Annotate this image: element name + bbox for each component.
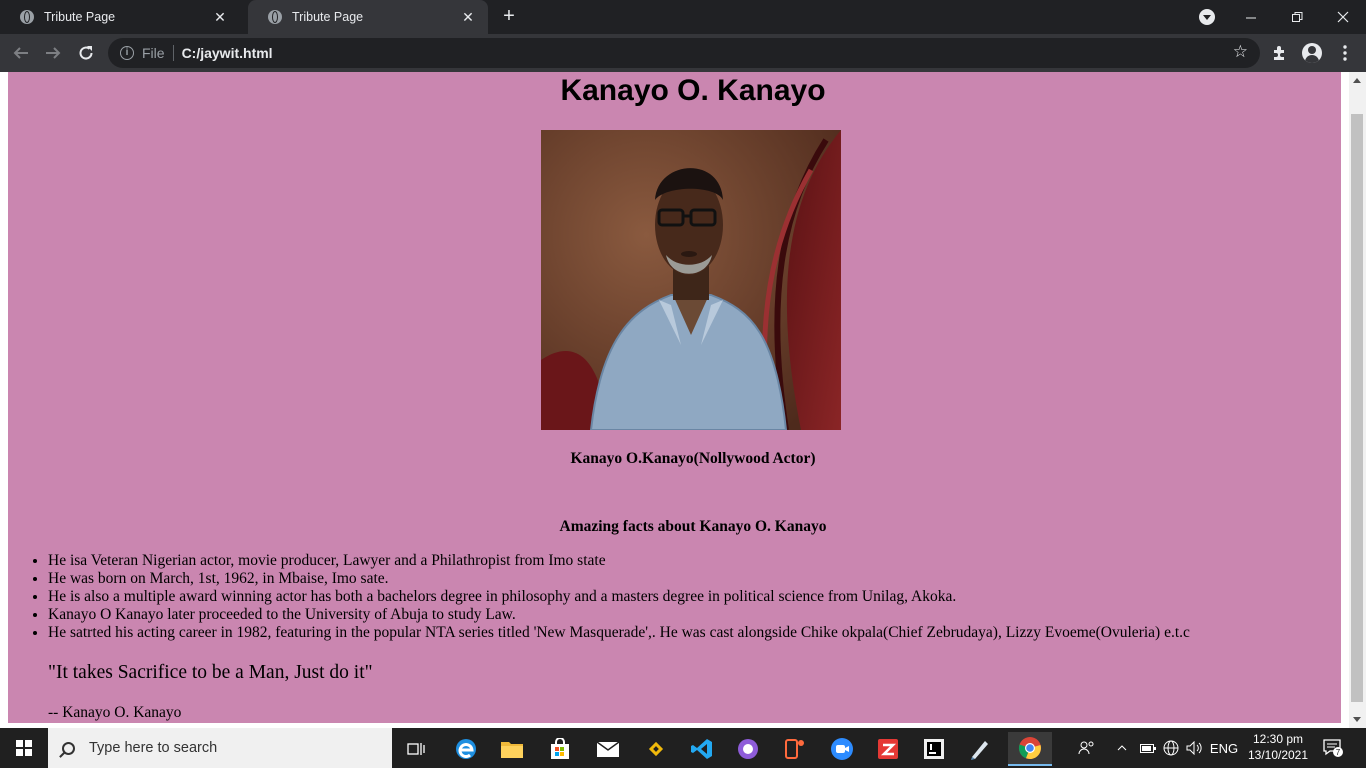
tab-title: Tribute Page	[44, 10, 116, 24]
chrome-icon[interactable]	[1008, 732, 1052, 766]
portrait-image	[541, 130, 841, 430]
notifications-icon[interactable]: 7	[1320, 728, 1346, 768]
windows-logo-icon	[16, 740, 32, 756]
tab-search-icon[interactable]	[1199, 9, 1215, 25]
globe-icon	[268, 10, 282, 24]
back-arrow-icon	[13, 47, 28, 59]
quote-author: -- Kanayo O. Kanayo	[48, 704, 182, 721]
page-title: Kanayo O. Kanayo	[560, 74, 826, 107]
scrollbar-thumb[interactable]	[1351, 114, 1363, 702]
network-globe-icon[interactable]	[1161, 728, 1181, 768]
quote-text: "It takes Sacrifice to be a Man, Just do…	[48, 662, 373, 683]
file-explorer-icon[interactable]	[490, 732, 534, 766]
info-icon[interactable]: i	[120, 46, 134, 60]
notification-count: 7	[1336, 748, 1341, 757]
forward-button[interactable]	[40, 40, 66, 66]
tab-title: Tribute Page	[292, 10, 364, 24]
fact-item: He was born on March, 1st, 1962, in Mbai…	[48, 570, 1190, 588]
people-icon[interactable]	[1074, 728, 1100, 768]
fact-item: He is also a multiple award winning acto…	[48, 588, 1190, 606]
url-text: C:/jaywit.html	[181, 45, 273, 61]
clock[interactable]: 12:30 pm 13/10/2021	[1244, 731, 1312, 763]
restore-button[interactable]	[1274, 0, 1320, 34]
clock-time: 12:30 pm	[1252, 732, 1304, 746]
tribute-page: Kanayo O. Kanayo Kanayo O.Kanayo(Nollywo…	[8, 72, 1341, 723]
github-desktop-icon[interactable]	[726, 732, 770, 766]
menu-icon[interactable]	[1335, 43, 1355, 63]
phone-link-icon[interactable]	[772, 732, 816, 766]
close-tab-icon[interactable]: ✕	[460, 9, 476, 26]
volume-icon[interactable]	[1184, 728, 1206, 768]
reload-icon	[79, 46, 93, 60]
close-icon	[1337, 11, 1349, 23]
tab-tribute-page-2[interactable]: Tribute Page ✕	[248, 0, 488, 34]
bookmark-star-icon[interactable]: ☆	[1233, 42, 1248, 62]
globe-icon	[20, 10, 34, 24]
minimize-button[interactable]	[1228, 0, 1274, 34]
binance-icon[interactable]	[634, 732, 678, 766]
browser-viewport: Kanayo O. Kanayo Kanayo O.Kanayo(Nollywo…	[0, 72, 1366, 728]
profile-avatar[interactable]	[1302, 43, 1322, 63]
fact-item: He satrted his acting career in 1982, fe…	[48, 624, 1190, 642]
fact-item: He isa Veteran Nigerian actor, movie pro…	[48, 552, 1190, 570]
microsoft-store-icon[interactable]	[538, 732, 582, 766]
taskbar-search-box[interactable]: Type here to search	[48, 728, 392, 768]
clock-date: 13/10/2021	[1247, 748, 1309, 762]
facts-list: He isa Veteran Nigerian actor, movie pro…	[48, 552, 1190, 642]
vscode-icon[interactable]	[680, 732, 724, 766]
task-view-icon[interactable]	[394, 732, 438, 766]
extensions-icon[interactable]	[1269, 43, 1289, 63]
vertical-scrollbar[interactable]	[1349, 72, 1366, 728]
mail-icon[interactable]	[586, 732, 630, 766]
edge-browser-icon[interactable]	[444, 732, 488, 766]
taskbar: Type here to search ENG 12:30 pm 13/10/2…	[0, 728, 1366, 768]
search-placeholder: Type here to search	[89, 740, 218, 756]
scroll-down-arrow-icon[interactable]	[1353, 717, 1361, 722]
image-caption: Kanayo O.Kanayo(Nollywood Actor)	[570, 450, 816, 467]
fact-item: Kanayo O Kanayo later proceeded to the U…	[48, 606, 1190, 624]
new-tab-button[interactable]: +	[498, 6, 520, 28]
facts-heading: Amazing facts about Kanayo O. Kanayo	[559, 518, 827, 535]
language-indicator[interactable]: ENG	[1208, 728, 1240, 768]
intellij-icon[interactable]	[912, 732, 956, 766]
back-button[interactable]	[8, 40, 34, 66]
battery-icon[interactable]	[1138, 728, 1158, 768]
tab-tribute-page-1[interactable]: Tribute Page ✕	[0, 0, 240, 34]
divider	[172, 45, 174, 61]
scheme-label: File	[142, 45, 165, 61]
browser-toolbar: i File C:/jaywit.html ☆	[0, 34, 1366, 72]
close-window-button[interactable]	[1320, 0, 1366, 34]
app-red-icon[interactable]	[866, 732, 910, 766]
forward-arrow-icon	[46, 47, 61, 59]
reload-button[interactable]	[73, 40, 99, 66]
chevron-up-icon[interactable]	[1112, 728, 1132, 768]
zoom-icon[interactable]	[820, 732, 864, 766]
app-pen-icon[interactable]	[958, 732, 1002, 766]
scroll-up-arrow-icon[interactable]	[1353, 78, 1361, 83]
tab-strip: Tribute Page ✕ Tribute Page ✕ +	[0, 0, 1366, 34]
search-icon	[62, 741, 75, 755]
restore-icon	[1291, 11, 1302, 22]
minimize-icon	[1245, 17, 1256, 18]
start-button[interactable]	[0, 728, 48, 768]
close-tab-icon[interactable]: ✕	[212, 9, 228, 26]
address-bar[interactable]: i File C:/jaywit.html ☆	[108, 38, 1260, 68]
